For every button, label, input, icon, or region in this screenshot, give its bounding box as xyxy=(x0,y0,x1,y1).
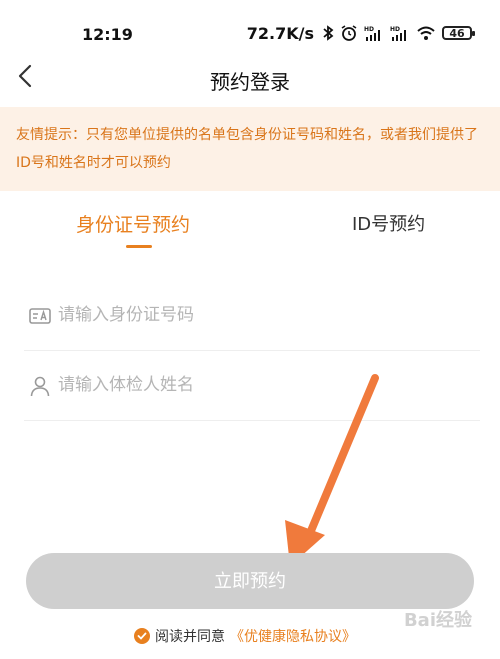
watermark: Bai经验 xyxy=(403,610,472,631)
book-now-button[interactable]: 立即预约 xyxy=(26,553,474,609)
privacy-policy-link[interactable]: 《优健康隐私协议》 xyxy=(230,626,356,646)
agreement-text: 阅读并同意 xyxy=(155,629,225,645)
checkbox-checked-icon[interactable] xyxy=(134,628,150,644)
